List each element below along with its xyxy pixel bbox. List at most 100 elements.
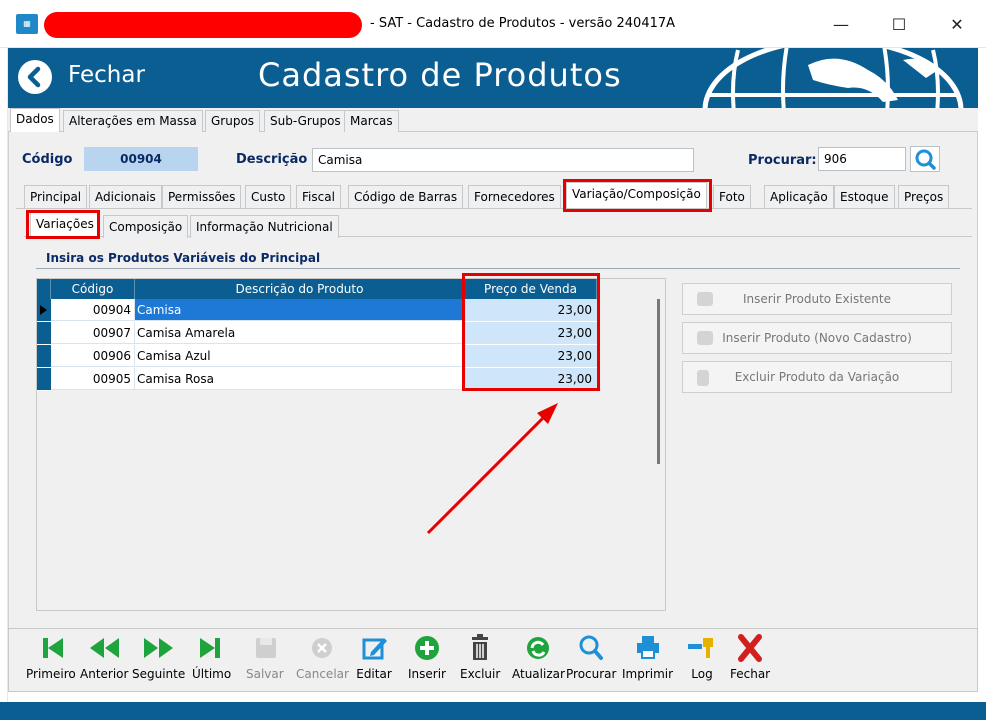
- redacted-bar: [44, 12, 362, 38]
- tab-permissoes[interactable]: Permissões: [162, 185, 242, 208]
- top-tab-bar: Dados Alterações em Massa Grupos Sub-Gru…: [8, 108, 978, 133]
- cancel-icon: [312, 638, 333, 658]
- status-bar: [0, 702, 986, 720]
- table-row[interactable]: 00907 Camisa Amarela 23,00: [37, 322, 597, 345]
- tab-dados[interactable]: Dados: [10, 108, 60, 133]
- globe-logo-icon: [702, 48, 964, 108]
- vertical-scrollbar[interactable]: [657, 299, 660, 464]
- delete-variation-product-button[interactable]: Excluir Produto da Variação: [682, 361, 952, 393]
- cancel-button[interactable]: Cancelar: [296, 632, 349, 681]
- chat-icon: [697, 331, 713, 345]
- tab-grupos[interactable]: Grupos: [205, 110, 261, 132]
- refresh-button[interactable]: Atualizar: [512, 632, 565, 681]
- tab-sub-grupos[interactable]: Sub-Grupos: [264, 110, 347, 132]
- delete-button[interactable]: Excluir: [460, 632, 500, 681]
- variations-grid[interactable]: Código Descrição do Produto Preço de Ven…: [36, 278, 666, 611]
- last-icon: [199, 638, 220, 658]
- tab-variacoes[interactable]: Variações: [30, 212, 100, 237]
- cell-codigo[interactable]: 00907: [51, 322, 135, 344]
- procurar-label: Procurar:: [748, 153, 817, 168]
- trash-icon: [472, 634, 489, 660]
- cell-descricao[interactable]: Camisa: [135, 299, 465, 321]
- close-window-button[interactable]: ✕: [934, 10, 980, 40]
- tab-marcas[interactable]: Marcas: [344, 110, 399, 132]
- last-button[interactable]: Último: [192, 632, 231, 681]
- tab-codigo-de-barras[interactable]: Código de Barras: [348, 185, 464, 208]
- row-selector: [37, 345, 51, 368]
- rewind-icon: [90, 638, 120, 658]
- cell-preco[interactable]: 23,00: [465, 368, 597, 390]
- close-button[interactable]: Fechar: [730, 632, 770, 681]
- descricao-field[interactable]: Camisa: [312, 148, 694, 172]
- printer-icon: [636, 636, 659, 659]
- cell-descricao[interactable]: Camisa Azul: [135, 345, 465, 367]
- cell-preco[interactable]: 23,00: [465, 345, 597, 367]
- tab-aplicacao[interactable]: Aplicação: [764, 185, 834, 208]
- search-toolbar-button[interactable]: Procurar: [566, 632, 616, 681]
- first-icon: [42, 638, 63, 658]
- minimize-button[interactable]: —: [818, 10, 864, 40]
- search-button[interactable]: [910, 146, 940, 172]
- descricao-label: Descrição: [236, 152, 308, 167]
- print-button[interactable]: Imprimir: [622, 632, 673, 681]
- window-title: - SAT - Cadastro de Produtos - versão 24…: [370, 16, 676, 31]
- next-button[interactable]: Seguinte: [132, 632, 185, 681]
- trash-icon: [697, 370, 709, 386]
- insert-new-product-button[interactable]: Inserir Produto (Novo Cadastro): [682, 322, 952, 354]
- tab-composicao[interactable]: Composição: [103, 215, 189, 238]
- tab-adicionais[interactable]: Adicionais: [89, 185, 162, 208]
- cell-descricao[interactable]: Camisa Rosa: [135, 368, 465, 390]
- tab-foto[interactable]: Foto: [713, 185, 751, 208]
- insert-existing-product-button[interactable]: Inserir Produto Existente: [682, 283, 952, 315]
- app-icon: ▦: [16, 14, 38, 34]
- tab-fiscal[interactable]: Fiscal: [296, 185, 341, 208]
- refresh-icon: [527, 637, 550, 659]
- maximize-button[interactable]: ☐: [876, 10, 922, 40]
- insert-button[interactable]: Inserir: [408, 632, 446, 681]
- close-x-icon: [738, 634, 763, 662]
- grid-header-codigo[interactable]: Código: [51, 279, 135, 299]
- tab-variacao-composicao[interactable]: Variação/Composição: [566, 182, 707, 208]
- grid-header-preco[interactable]: Preço de Venda: [465, 279, 597, 299]
- save-button[interactable]: Salvar: [246, 632, 284, 681]
- tab-alteracoes-em-massa[interactable]: Alterações em Massa: [63, 110, 203, 132]
- cell-preco[interactable]: 23,00: [465, 322, 597, 344]
- tab-informacao-nutricional[interactable]: Informação Nutricional: [190, 215, 339, 238]
- table-row[interactable]: 00904 Camisa 23,00: [37, 299, 597, 322]
- row-selector: [37, 368, 51, 391]
- key-icon: [688, 638, 713, 658]
- cell-codigo[interactable]: 00904: [51, 299, 135, 321]
- tab-estoque[interactable]: Estoque: [834, 185, 895, 208]
- section-title: Insira os Produtos Variáveis do Principa…: [46, 251, 321, 265]
- cell-codigo[interactable]: 00905: [51, 368, 135, 390]
- cell-descricao[interactable]: Camisa Amarela: [135, 322, 465, 344]
- log-button[interactable]: Log: [684, 632, 720, 681]
- edit-button[interactable]: Editar: [356, 632, 392, 681]
- tab-fornecedores[interactable]: Fornecedores: [468, 185, 561, 208]
- row-selector-arrow-icon: [37, 299, 51, 322]
- section-divider: [36, 268, 960, 269]
- previous-button[interactable]: Anterior: [80, 632, 128, 681]
- back-arrow-icon[interactable]: [18, 60, 52, 94]
- page-title: Cadastro de Produtos: [258, 56, 622, 94]
- grid-header-descricao[interactable]: Descrição do Produto: [135, 279, 465, 299]
- annotation-arrow-icon: [426, 403, 558, 535]
- tab-principal[interactable]: Principal: [24, 185, 88, 208]
- tab-precos[interactable]: Preços: [898, 185, 950, 208]
- floppy-disk-icon: [255, 638, 276, 658]
- table-row[interactable]: 00905 Camisa Rosa 23,00: [37, 368, 597, 391]
- first-button[interactable]: Primeiro: [26, 632, 76, 681]
- cell-codigo[interactable]: 00906: [51, 345, 135, 367]
- left-edge: [0, 48, 8, 702]
- codigo-field[interactable]: 00904: [84, 147, 198, 171]
- table-row[interactable]: 00906 Camisa Azul 23,00: [37, 345, 597, 368]
- header-banner: Fechar Cadastro de Produtos: [8, 48, 978, 108]
- fast-forward-icon: [143, 638, 173, 658]
- close-link[interactable]: Fechar: [68, 62, 145, 88]
- row-selector: [37, 322, 51, 345]
- procurar-field[interactable]: 906: [818, 147, 906, 171]
- window-titlebar: ▦ - SAT - Cadastro de Produtos - versão …: [0, 0, 986, 48]
- cell-preco[interactable]: 23,00: [465, 299, 597, 321]
- magnifier-icon: [915, 149, 936, 170]
- tab-custo[interactable]: Custo: [245, 185, 292, 208]
